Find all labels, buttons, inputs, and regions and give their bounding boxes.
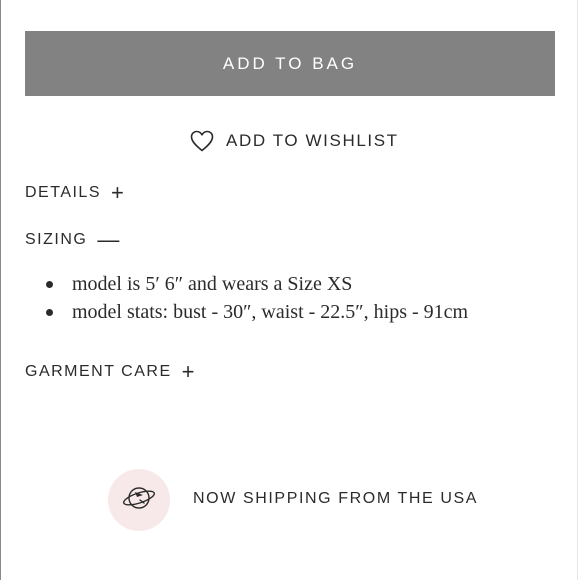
accordion-garment-care-label: GARMENT CARE [25, 363, 172, 380]
sizing-item-text: model stats: bust - 30″, waist - 22.5″, … [72, 300, 469, 323]
plane-globe-icon [121, 483, 157, 518]
minus-icon: — [97, 227, 121, 252]
accordion-garment-care[interactable]: GARMENT CARE + [25, 361, 196, 383]
shipping-badge [108, 469, 170, 531]
heart-icon [190, 130, 214, 152]
shipping-label: NOW SHIPPING FROM THE USA [193, 490, 479, 507]
add-to-bag-button[interactable]: ADD TO BAG [25, 31, 555, 96]
bullet-icon [46, 308, 53, 316]
list-item: model stats: bust - 30″, waist - 22.5″, … [46, 298, 468, 326]
add-to-bag-label: ADD TO BAG [222, 53, 358, 73]
plus-icon: + [181, 359, 196, 384]
accordion-details[interactable]: DETAILS + [25, 182, 125, 204]
bullet-icon [46, 280, 53, 288]
add-to-wishlist-button[interactable]: ADD TO WISHLIST [190, 128, 399, 154]
accordion-details-label: DETAILS [25, 184, 101, 201]
list-item: model is 5′ 6″ and wears a Size XS [46, 270, 468, 298]
sizing-item-text: model is 5′ 6″ and wears a Size XS [72, 272, 353, 295]
accordion-sizing-label: SIZING [25, 231, 88, 248]
plus-icon: + [111, 180, 126, 205]
sizing-list: model is 5′ 6″ and wears a Size XS model… [46, 270, 468, 326]
accordion-sizing[interactable]: SIZING — [25, 229, 121, 251]
wishlist-label: ADD TO WISHLIST [226, 131, 399, 150]
